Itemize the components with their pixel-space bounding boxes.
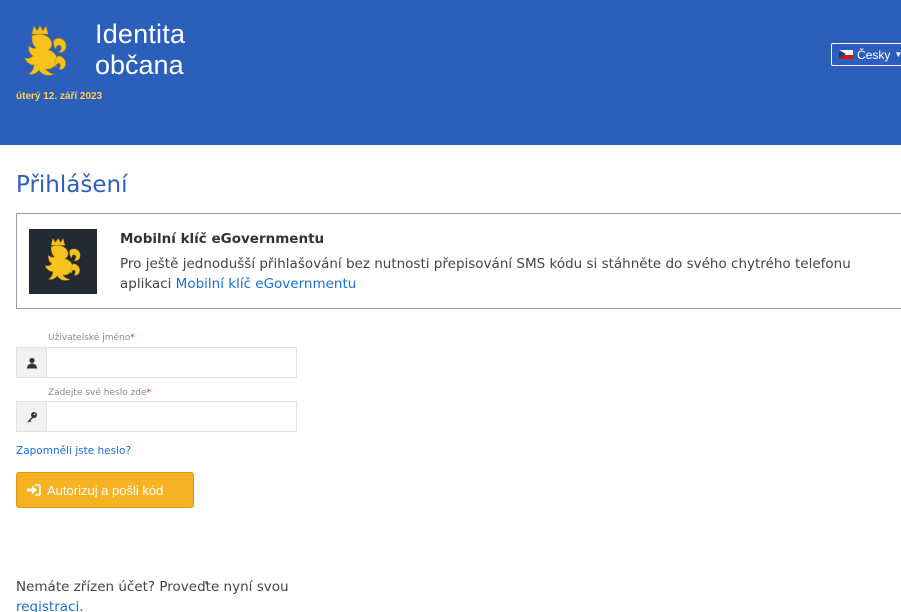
language-selector[interactable]: Česky ▼ (831, 43, 901, 66)
page-title: Přihlášení (16, 172, 128, 198)
password-label-text: Zadejte své heslo zde (48, 388, 147, 398)
registration-prompt: Nemáte zřízen účet? Proveďte nyní svou r… (16, 577, 316, 612)
user-icon (16, 347, 47, 378)
registration-text-end: . (79, 599, 84, 612)
username-label-text: Uživatelské jméno (48, 333, 131, 343)
language-label: Česky (857, 47, 891, 62)
current-date: úterý 12. září 2023 (16, 91, 103, 102)
brand-title-line2: občana (95, 50, 184, 80)
caret-down-icon: ▼ (894, 50, 901, 59)
info-text: Pro ještě jednodušší přihlašování bez nu… (120, 254, 900, 294)
required-mark: * (146, 388, 152, 398)
required-mark: * (130, 333, 135, 343)
key-icon (16, 401, 47, 432)
forgot-password-link[interactable]: Zapomněli jste heslo? (16, 445, 131, 457)
sign-in-icon (27, 484, 41, 496)
mobile-key-link[interactable]: Mobilní klíč eGovernmentu (176, 276, 357, 292)
mobile-key-info-box: Mobilní klíč eGovernmentu Pro ještě jedn… (16, 213, 901, 309)
username-input[interactable] (47, 347, 297, 378)
czech-flag-icon (839, 50, 853, 59)
submit-label: Autorizuj a pošli kód (47, 482, 164, 498)
authorize-send-code-button[interactable]: Autorizuj a pošli kód (16, 472, 194, 508)
mobile-key-app-icon (29, 229, 97, 294)
username-label: Uživatelské jméno* (48, 333, 135, 343)
lion-crest-icon[interactable] (20, 22, 72, 82)
registration-link[interactable]: registraci (16, 599, 79, 612)
password-input[interactable] (47, 401, 297, 432)
username-field-group (16, 347, 297, 378)
brand-title-line1: Identita (95, 19, 186, 49)
site-header: Identita občana úterý 12. září 2023 Česk… (0, 0, 901, 145)
registration-text: Nemáte zřízen účet? Proveďte nyní svou (16, 579, 289, 595)
password-label: Zadejte své heslo zde* (48, 388, 151, 398)
password-field-group (16, 401, 297, 432)
info-title: Mobilní klíč eGovernmentu (120, 231, 325, 247)
